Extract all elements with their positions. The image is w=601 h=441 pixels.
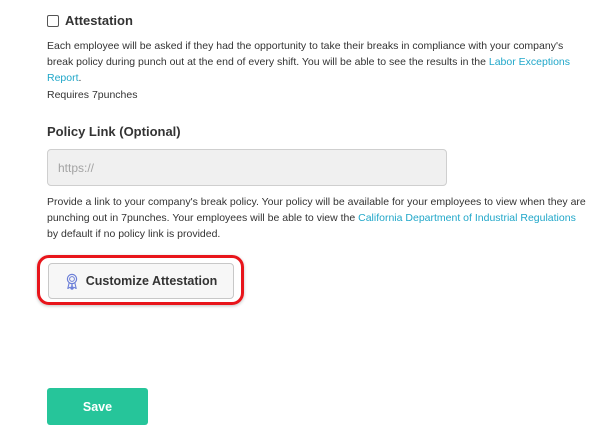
attestation-row: Attestation (47, 13, 133, 28)
customize-attestation-label: Customize Attestation (85, 274, 218, 288)
save-button-label: Save (82, 399, 113, 414)
customize-attestation-button[interactable]: Customize Attestation (48, 263, 234, 299)
policy-link-help: Provide a link to your company's break p… (47, 194, 587, 242)
policy-link-label: Policy Link (Optional) (47, 124, 181, 139)
attestation-description: Each employee will be asked if they had … (47, 38, 587, 86)
policy-link-input[interactable] (47, 149, 447, 186)
ribbon-badge-icon (65, 273, 79, 290)
attestation-label: Attestation (65, 13, 133, 28)
attestation-checkbox[interactable] (47, 14, 59, 27)
attestation-settings-panel: Attestation Each employee will be asked … (0, 0, 601, 441)
california-dir-link[interactable]: California Department of Industrial Regu… (358, 212, 576, 224)
attestation-description-end: . (78, 72, 82, 84)
policy-link-help-end: by default if no policy link is provided… (47, 228, 221, 240)
requires-note: Requires 7punches (47, 89, 138, 101)
save-button[interactable]: Save (47, 388, 148, 425)
attestation-description-text: Each employee will be asked if they had … (47, 40, 564, 68)
